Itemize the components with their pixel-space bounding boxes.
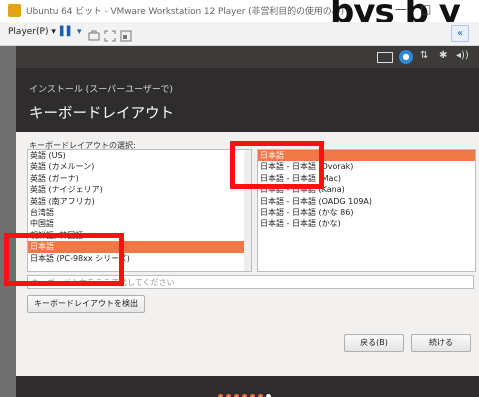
layout-item[interactable]: 英語 (カメルーン) (28, 161, 251, 172)
collapse-toolbar-button[interactable]: « (451, 25, 469, 42)
maximize-button[interactable]: □ (420, 2, 431, 16)
ubuntu-top-panel: ● ⇅ ✱ ◂)) (16, 46, 479, 68)
variant-item[interactable]: 日本語 - 日本語 (かな 86) (258, 207, 475, 218)
guest-screen: ● ⇅ ✱ ◂)) インストール (スーパーユーザーで) キーボードレイアウト … (16, 46, 479, 397)
variant-item[interactable]: 日本語 - 日本語 (OADG 109A) (258, 196, 475, 207)
player-menu[interactable]: Player(P) ▾ (8, 27, 56, 37)
keyboard-indicator-icon[interactable] (377, 52, 393, 63)
highlight-box-layout (4, 233, 124, 286)
layout-item[interactable]: 英語 (南アフリカ) (28, 196, 251, 207)
unity-icon[interactable] (120, 27, 132, 46)
network-icon[interactable]: ⇅ (420, 50, 428, 61)
page-title: キーボードレイアウト (29, 106, 174, 122)
layout-item[interactable]: 英語 (US) (28, 150, 251, 161)
variant-item[interactable]: 日本語 - 日本語 (かな) (258, 218, 475, 229)
detect-layout-button[interactable]: キーボードレイアウトを検出 (27, 295, 145, 313)
volume-icon[interactable]: ◂)) (456, 50, 469, 61)
layout-item[interactable]: 台湾語 (28, 207, 251, 218)
highlight-box-variant (230, 141, 324, 189)
layout-item[interactable]: 中国語 (28, 218, 251, 229)
continue-button[interactable]: 続ける (411, 334, 471, 352)
vmware-toolbar: Player(P) ▾ ▌▌ ▾ « (0, 22, 479, 46)
accessibility-icon[interactable]: ● (399, 50, 413, 64)
minimize-button[interactable]: — (395, 2, 407, 16)
installer-window-title: インストール (スーパーユーザーで) (29, 85, 173, 95)
progress-dots (218, 384, 274, 397)
pause-button[interactable]: ▌▌ ▾ (60, 27, 82, 37)
host-edge (0, 46, 16, 397)
window-title: Ubuntu 64 ビット - VMware Workstation 12 Pl… (26, 7, 344, 17)
layout-item[interactable]: 英語 (ナイジェリア) (28, 184, 251, 195)
send-ctrl-alt-del-icon[interactable] (88, 27, 100, 46)
vmware-app-icon (8, 4, 21, 17)
vmware-titlebar: Ubuntu 64 ビット - VMware Workstation 12 Pl… (0, 0, 479, 32)
layout-item[interactable]: 英語 (ガーナ) (28, 173, 251, 184)
fullscreen-icon[interactable] (104, 27, 116, 46)
back-button[interactable]: 戻る(B) (344, 334, 404, 352)
bluetooth-icon[interactable]: ✱ (439, 50, 447, 61)
